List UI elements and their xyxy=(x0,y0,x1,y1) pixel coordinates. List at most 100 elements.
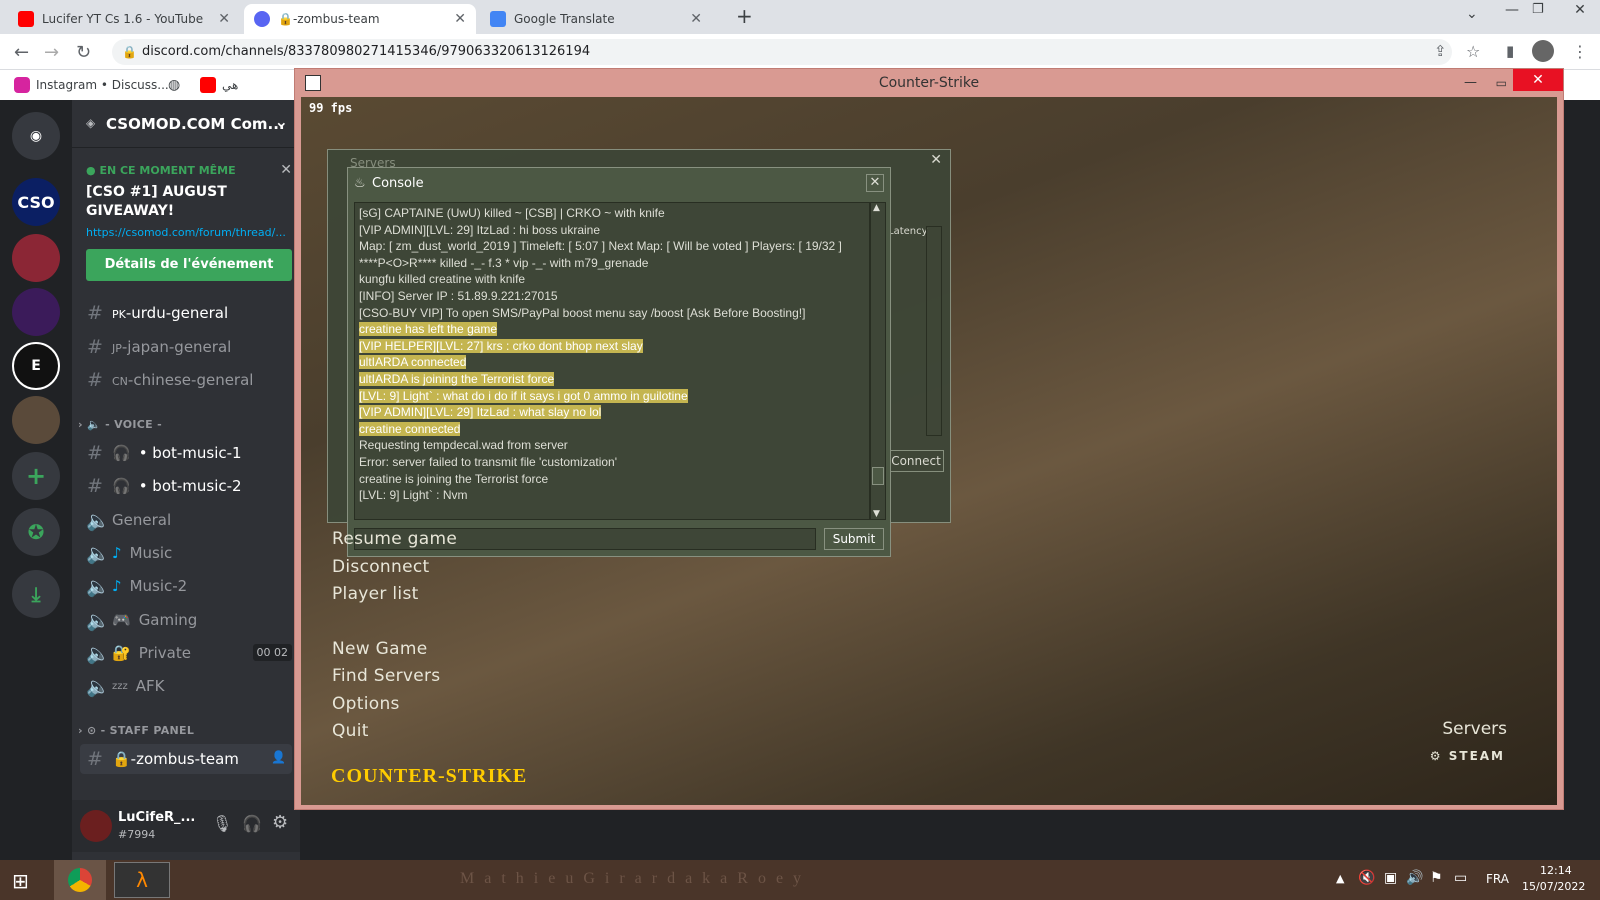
forward-icon[interactable]: → xyxy=(44,42,59,63)
close-icon[interactable]: ✕ xyxy=(690,11,702,27)
channel-urdu[interactable]: # PK-urdu-general xyxy=(86,298,292,328)
close-icon[interactable]: ✕ xyxy=(218,11,230,27)
tab-title: Google Translate xyxy=(514,12,615,26)
instagram-icon xyxy=(14,77,30,93)
tab-google-translate[interactable]: Google Translate ✕ xyxy=(480,4,712,34)
language-indicator[interactable]: FRA xyxy=(1486,872,1509,886)
scroll-up-icon[interactable]: ▲ xyxy=(873,203,880,213)
console-line: Map: [ zm_dust_world_2019 ] Timeleft: [ … xyxy=(359,239,842,254)
taskbar-half-life[interactable]: λ xyxy=(114,862,170,898)
menu-resume-game[interactable]: Resume game xyxy=(332,529,457,549)
new-tab-button[interactable]: + xyxy=(736,4,753,28)
settings-gear-icon[interactable]: ⚙ xyxy=(272,812,288,833)
category-staff-panel[interactable]: › ⊙ - STAFF PANEL xyxy=(78,724,194,737)
connect-button[interactable]: Connect xyxy=(888,450,944,472)
console-line: kungfu killed creatine with knife xyxy=(359,272,526,287)
add-server-icon[interactable]: + xyxy=(12,452,60,500)
menu-disconnect[interactable]: Disconnect xyxy=(332,557,429,577)
close-icon[interactable]: ✕ xyxy=(454,11,466,27)
bookmark-instagram[interactable]: Instagram • Discuss... xyxy=(14,77,169,93)
headphones-icon[interactable]: 🎧 xyxy=(242,814,262,833)
event-link[interactable]: https://csomod.com/forum/thread/... xyxy=(86,226,292,239)
voice-channel-music-2[interactable]: 🔈 ♪ Music-2 xyxy=(86,571,292,601)
user-avatar[interactable] xyxy=(80,810,112,842)
minimize-icon[interactable]: — xyxy=(1505,2,1519,18)
console-scrollbar[interactable]: ▲ ▼ xyxy=(870,202,886,520)
tab-youtube[interactable]: Lucifer YT Cs 1.6 - YouTube ✕ xyxy=(8,4,240,34)
voice-channel-afk[interactable]: 🔈 zzz AFK xyxy=(86,671,292,701)
console-line-text: creatine connected xyxy=(359,421,461,436)
clock-date[interactable]: 15/07/2022 xyxy=(1522,880,1585,893)
voice-channel-music[interactable]: 🔈 ♪ Music xyxy=(86,538,292,568)
channel-chinese[interactable]: # CN-chinese-general xyxy=(86,365,292,395)
profile-avatar[interactable] xyxy=(1532,40,1554,62)
console-submit-button[interactable]: Submit xyxy=(824,528,884,550)
tray-network-icon[interactable]: ▣ xyxy=(1384,870,1397,886)
guild-e-logo[interactable]: E xyxy=(12,342,60,390)
voice-channel-private[interactable]: 🔈 🔐 Private 00 02 xyxy=(86,638,292,668)
guild-cso[interactable]: CSO xyxy=(12,178,60,226)
bookmark-globe[interactable]: ◍ xyxy=(168,77,180,93)
menu-kebab-icon[interactable]: ⋮ xyxy=(1572,42,1588,61)
tray-flag-icon[interactable]: ⚑ xyxy=(1430,870,1443,886)
menu-player-list[interactable]: Player list xyxy=(332,584,419,604)
bookmark-star-icon[interactable]: ☆ xyxy=(1466,42,1480,61)
url-input[interactable]: 🔒 discord.com/channels/83378098027141534… xyxy=(112,39,1452,65)
hash-icon: # xyxy=(87,302,103,324)
servers-link[interactable]: Servers xyxy=(1442,719,1507,739)
discord-home-icon[interactable]: ◉ xyxy=(12,112,60,160)
microphone-muted-icon[interactable]: 🎙 xyxy=(212,814,232,833)
invite-icon[interactable]: 👤 xyxy=(271,750,286,764)
event-badge: ● EN CE MOMENT MÊME xyxy=(86,164,236,177)
voice-channel-gaming[interactable]: 🔈 🎮 Gaming xyxy=(86,605,292,635)
voice-channel-general[interactable]: 🔈 General xyxy=(86,505,292,535)
guild-avatar-anime[interactable] xyxy=(12,234,60,282)
scroll-down-icon[interactable]: ▼ xyxy=(873,509,880,519)
voice-channel-bot-music-1[interactable]: # 🎧 • bot-music-1 xyxy=(86,438,292,468)
download-icon[interactable]: ⤓ xyxy=(12,570,60,618)
voice-channel-bot-music-2[interactable]: # 🎧 • bot-music-2 xyxy=(86,471,292,501)
guild-avatar-purple[interactable] xyxy=(12,288,60,336)
console-output[interactable]: [sG] CAPTAINE (UwU) killed ~ [CSB] | CRK… xyxy=(354,202,870,520)
maximize-icon[interactable]: ▭ xyxy=(1496,69,1507,97)
back-icon[interactable]: ← xyxy=(14,42,29,63)
clock-time[interactable]: 12:14 xyxy=(1540,864,1572,877)
windows-start-icon[interactable]: ⊞ xyxy=(12,869,29,893)
close-window-icon[interactable]: ✕ xyxy=(1513,69,1563,91)
reload-icon[interactable]: ↻ xyxy=(76,42,91,63)
tab-search-icon[interactable]: ⌄ xyxy=(1466,6,1478,22)
menu-find-servers[interactable]: Find Servers xyxy=(332,666,440,686)
server-verified-icon: ◈ xyxy=(86,116,96,130)
channel-zombus-team-active[interactable]: # 🔒-zombus-team 👤 xyxy=(80,744,292,774)
share-icon[interactable]: ⇪ xyxy=(1434,42,1447,60)
console-line: ultIARDA connected xyxy=(359,354,865,371)
close-icon[interactable]: ✕ xyxy=(866,174,884,192)
bookmark-youtube[interactable]: هي xyxy=(200,77,238,93)
tray-speaker-muted-icon[interactable]: 🔇 xyxy=(1358,870,1375,886)
guild-zcsu[interactable] xyxy=(12,396,60,444)
console-line: [VIP ADMIN][LVL: 29] ItzLad : hi boss uk… xyxy=(359,222,601,237)
explore-compass-icon[interactable]: ✪ xyxy=(12,508,60,556)
side-panel-icon[interactable]: ▮ xyxy=(1506,42,1514,60)
close-window-icon[interactable]: ✕ xyxy=(1560,0,1600,34)
tray-chevron-icon[interactable]: ▲ xyxy=(1336,872,1344,885)
channel-japan[interactable]: # JP-japan-general xyxy=(86,332,292,362)
menu-options[interactable]: Options xyxy=(332,694,400,714)
taskbar-chrome[interactable] xyxy=(54,860,106,900)
tray-display-icon[interactable]: ▭ xyxy=(1454,870,1467,886)
server-header[interactable]: ◈ CSOMOD.COM Com... ⌄ xyxy=(72,100,300,148)
servers-scrollbar[interactable] xyxy=(926,226,942,436)
scroll-thumb[interactable] xyxy=(872,467,884,485)
tab-discord[interactable]: 🔒-zombus-team ✕ xyxy=(244,4,476,34)
tray-volume-icon[interactable]: 🔊 xyxy=(1406,870,1423,886)
close-icon[interactable]: ✕ xyxy=(930,152,942,168)
game-viewport[interactable]: 99 fps Servers ✕ Latency Connect ♨ Conso… xyxy=(301,97,1557,805)
category-voice[interactable]: › 🔈 - VOICE - xyxy=(78,418,162,431)
menu-new-game[interactable]: New Game xyxy=(332,639,428,659)
restore-icon[interactable]: ❐ xyxy=(1532,2,1544,17)
minimize-icon[interactable]: — xyxy=(1464,69,1477,97)
menu-quit[interactable]: Quit xyxy=(332,721,369,741)
close-event-icon[interactable]: ✕ xyxy=(280,162,292,178)
console-line: Error: server failed to transmit file 'c… xyxy=(359,454,617,469)
event-details-button[interactable]: Détails de l'événement xyxy=(86,249,292,281)
